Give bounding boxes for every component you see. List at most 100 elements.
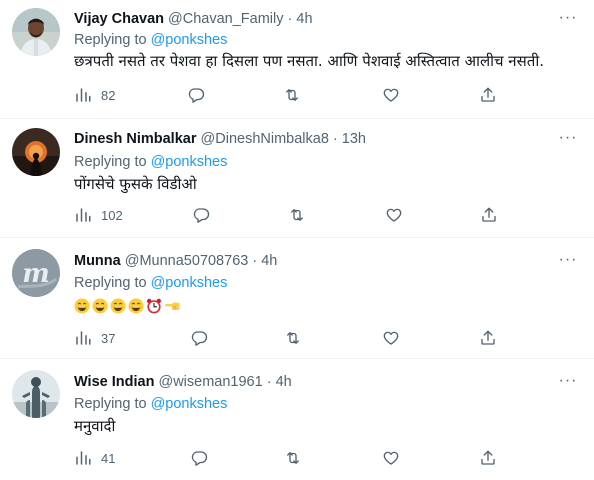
- replying-to-label: Replying to: [74, 154, 147, 170]
- share-upload-icon: [481, 330, 495, 345]
- author-handle[interactable]: @wiseman1961: [158, 374, 262, 390]
- author-handle[interactable]: @Munna50708763: [125, 253, 249, 269]
- views-count: 82: [101, 87, 116, 103]
- speech-bubble-icon: [193, 208, 210, 223]
- tweet-card[interactable]: Vijay Chavan @Chavan_Family · 4h ··· Rep…: [0, 0, 594, 118]
- views-button[interactable]: 82: [74, 85, 115, 105]
- like-button[interactable]: [385, 205, 403, 225]
- tweet-header: Dinesh Nimbalkar @DineshNimbalka8 · 13h: [74, 130, 366, 148]
- speech-bubble-icon: [188, 88, 205, 103]
- alarm-clock-emoji-icon: [147, 298, 161, 314]
- tweet-actions: 82: [74, 85, 504, 105]
- bar-chart-icon: [76, 208, 91, 222]
- tweet-time[interactable]: 4h: [296, 11, 312, 27]
- more-options-icon[interactable]: ···: [558, 252, 578, 270]
- retweet-icon: [287, 452, 299, 464]
- separator-dot: ·: [266, 374, 272, 390]
- tweet-time[interactable]: 4h: [261, 253, 277, 269]
- retweet-icon: [291, 209, 303, 221]
- bar-chart-icon: [76, 331, 91, 345]
- views-button[interactable]: 102: [74, 205, 123, 225]
- bar-chart-icon: [76, 451, 91, 465]
- grinning-face-emoji-icon: [110, 298, 126, 314]
- bar-chart-icon: [76, 88, 91, 102]
- tweet-actions: 41: [74, 448, 504, 468]
- replying-to-handle-link[interactable]: @ponkshes: [151, 32, 228, 48]
- speech-bubble-icon: [191, 331, 208, 346]
- tweet-text: पोंगसेचे फुसके विडीओ: [74, 175, 197, 193]
- views-count: 37: [101, 330, 116, 346]
- backhand-index-pointing-left-emoji-icon: [165, 302, 180, 310]
- replying-to: Replying to @ponkshes: [74, 274, 227, 292]
- replying-to-handle-link[interactable]: @ponkshes: [151, 154, 228, 170]
- retweet-icon: [287, 332, 299, 344]
- retweet-button[interactable]: [284, 448, 302, 468]
- avatar[interactable]: [12, 370, 60, 418]
- share-upload-icon: [481, 87, 495, 102]
- heart-icon: [383, 451, 399, 465]
- tweet-card[interactable]: m Munna @Munna50708763 · 4h ··· Replying…: [0, 238, 594, 358]
- heart-icon: [383, 331, 399, 345]
- separator-dot: ·: [332, 131, 338, 147]
- replying-to-handle-link[interactable]: @ponkshes: [151, 275, 228, 291]
- share-button[interactable]: [479, 448, 497, 468]
- replying-to-label: Replying to: [74, 32, 147, 48]
- tweet-header: Munna @Munna50708763 · 4h: [74, 252, 277, 270]
- like-button[interactable]: [382, 85, 400, 105]
- tweet-time[interactable]: 13h: [342, 131, 366, 147]
- share-button[interactable]: [479, 85, 497, 105]
- heart-icon: [386, 208, 402, 222]
- tweet-text: मनुवादी: [74, 417, 116, 435]
- grinning-face-emoji-icon: [128, 298, 144, 314]
- replying-to-label: Replying to: [74, 275, 147, 291]
- share-upload-icon: [481, 450, 495, 465]
- views-button[interactable]: 37: [74, 328, 115, 348]
- grinning-face-emoji-icon: [74, 298, 90, 314]
- author-handle[interactable]: @DineshNimbalka8: [201, 131, 329, 147]
- more-options-icon[interactable]: ···: [558, 373, 578, 391]
- replying-to-label: Replying to: [74, 396, 147, 412]
- author-name[interactable]: Munna: [74, 253, 121, 269]
- retweet-button[interactable]: [288, 205, 306, 225]
- share-button[interactable]: [479, 328, 497, 348]
- tweet-header: Wise Indian @wiseman1961 · 4h: [74, 373, 292, 391]
- like-button[interactable]: [382, 448, 400, 468]
- views-count: 102: [101, 207, 123, 223]
- tweet-actions: 102: [74, 205, 504, 225]
- tweet-card[interactable]: Dinesh Nimbalkar @DineshNimbalka8 · 13h …: [0, 119, 594, 237]
- svg-text:m: m: [22, 259, 50, 289]
- tweet-header: Vijay Chavan @Chavan_Family · 4h: [74, 10, 313, 28]
- heart-icon: [383, 88, 399, 102]
- avatar[interactable]: m: [12, 249, 60, 297]
- avatar[interactable]: [12, 128, 60, 176]
- share-button[interactable]: [480, 205, 498, 225]
- avatar[interactable]: [12, 8, 60, 56]
- reply-button[interactable]: [187, 85, 205, 105]
- tweet-card[interactable]: Wise Indian @wiseman1961 · 4h ··· Replyi…: [0, 359, 594, 480]
- more-options-icon[interactable]: ···: [558, 10, 578, 28]
- separator-dot: ·: [287, 11, 293, 27]
- tweet-emoji-row: [74, 298, 180, 314]
- tweet-actions: 37: [74, 328, 504, 348]
- author-name[interactable]: Vijay Chavan: [74, 11, 164, 27]
- reply-button[interactable]: [190, 328, 208, 348]
- retweet-button[interactable]: [283, 85, 301, 105]
- like-button[interactable]: [382, 328, 400, 348]
- more-options-icon[interactable]: ···: [558, 130, 578, 148]
- retweet-icon: [286, 89, 298, 101]
- reply-button[interactable]: [190, 448, 208, 468]
- replying-to-handle-link[interactable]: @ponkshes: [151, 396, 228, 412]
- views-button[interactable]: 41: [74, 448, 115, 468]
- replying-to: Replying to @ponkshes: [74, 31, 227, 49]
- author-handle[interactable]: @Chavan_Family: [168, 11, 283, 27]
- tweet-text: छत्रपती नसते तर पेशवा हा दिसला पण नसता. …: [74, 52, 544, 70]
- retweet-button[interactable]: [284, 328, 302, 348]
- replying-to: Replying to @ponkshes: [74, 395, 227, 413]
- share-upload-icon: [482, 207, 496, 222]
- tweet-time[interactable]: 4h: [276, 374, 292, 390]
- reply-button[interactable]: [192, 205, 210, 225]
- separator-dot: ·: [252, 253, 258, 269]
- author-name[interactable]: Wise Indian: [74, 374, 154, 390]
- views-count: 41: [101, 450, 116, 466]
- author-name[interactable]: Dinesh Nimbalkar: [74, 131, 197, 147]
